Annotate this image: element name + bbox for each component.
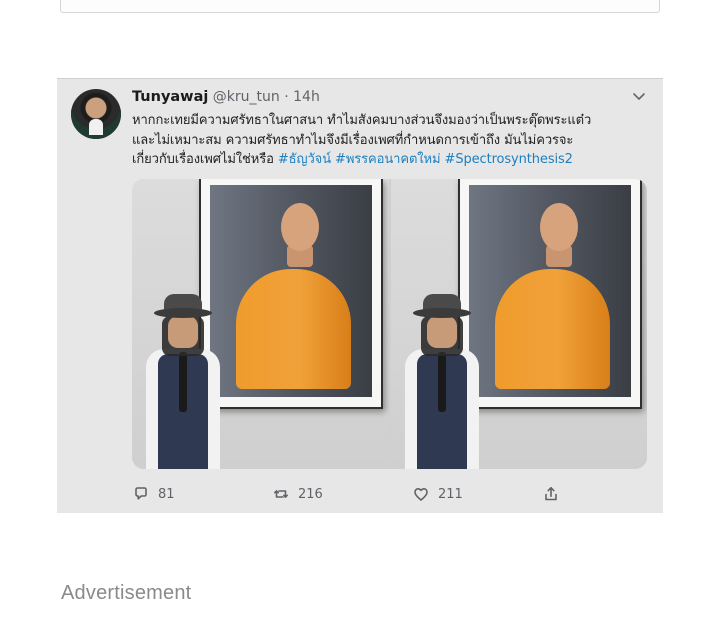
tweet-text-line-2: และไม่เหมาะสม ความศรัทธาทำไมจึงมีเรื่องเ… xyxy=(132,132,574,148)
tweet-text-line-1: หากกะเทยมีความศรัทธาในศาสนา ทำไมสังคมบาง… xyxy=(132,113,592,128)
tweet-time[interactable]: 14h xyxy=(293,89,320,105)
share-icon[interactable] xyxy=(542,485,560,503)
person-hat-brim xyxy=(154,308,212,318)
hashtag-link[interactable]: #Spectrosynthesis2 xyxy=(445,152,573,167)
person-tie xyxy=(437,352,446,412)
portrait-frame xyxy=(199,179,383,409)
person-face xyxy=(426,316,457,348)
monk-head xyxy=(539,203,578,251)
previous-embed-box xyxy=(60,0,660,13)
tweet-photo-right[interactable] xyxy=(390,179,647,469)
display-name[interactable]: Tunyawaj xyxy=(132,89,208,105)
tweet-photo-left[interactable] xyxy=(132,179,389,469)
tweet-actions: 81 216 211 xyxy=(132,483,652,505)
person-face xyxy=(168,316,198,348)
portrait-frame xyxy=(457,179,642,409)
hashtag-link[interactable]: #ธัญวัจน์ xyxy=(278,152,331,167)
tweet-header: Tunyawaj @kru_tun · 14h xyxy=(132,89,647,109)
like-count: 211 xyxy=(438,486,463,502)
reply-count: 81 xyxy=(158,486,175,502)
person-with-hat xyxy=(144,294,220,469)
retweet-count: 216 xyxy=(298,486,323,502)
heart-icon[interactable] xyxy=(412,485,430,503)
retweet-icon[interactable] xyxy=(272,485,290,503)
chevron-down-icon[interactable] xyxy=(631,89,647,105)
person-with-hat xyxy=(403,294,479,469)
tweet-text: หากกะเทยมีความศรัทธาในศาสนา ทำไมสังคมบาง… xyxy=(132,111,647,170)
tweet-media[interactable] xyxy=(132,179,647,469)
user-handle[interactable]: @kru_tun xyxy=(213,89,280,105)
retweet-action[interactable]: 216 xyxy=(272,483,323,505)
person-tie xyxy=(179,352,187,412)
embedded-tweet-card[interactable]: Tunyawaj @kru_tun · 14h หากกะเทยมีความศร… xyxy=(57,78,663,513)
hashtag-link[interactable]: #พรรคอนาคตใหม่ xyxy=(335,152,441,167)
share-action[interactable] xyxy=(542,483,560,505)
tweet-text-line-3: เกี่ยวกับเรื่องเพศไม่ใช่หรือ #ธัญวัจน์ #… xyxy=(132,150,647,170)
monk-head xyxy=(281,203,319,251)
avatar[interactable] xyxy=(71,89,121,139)
like-action[interactable]: 211 xyxy=(412,483,463,505)
advertisement-label: Advertisement xyxy=(61,582,192,604)
monk-robe xyxy=(236,269,351,389)
tweet-text-line-3-prefix: เกี่ยวกับเรื่องเพศไม่ใช่หรือ xyxy=(132,152,278,167)
reply-icon[interactable] xyxy=(132,485,150,503)
header-separator: · xyxy=(284,89,289,105)
person-hat-brim xyxy=(412,308,471,318)
monk-robe xyxy=(494,269,610,389)
reply-action[interactable]: 81 xyxy=(132,483,175,505)
